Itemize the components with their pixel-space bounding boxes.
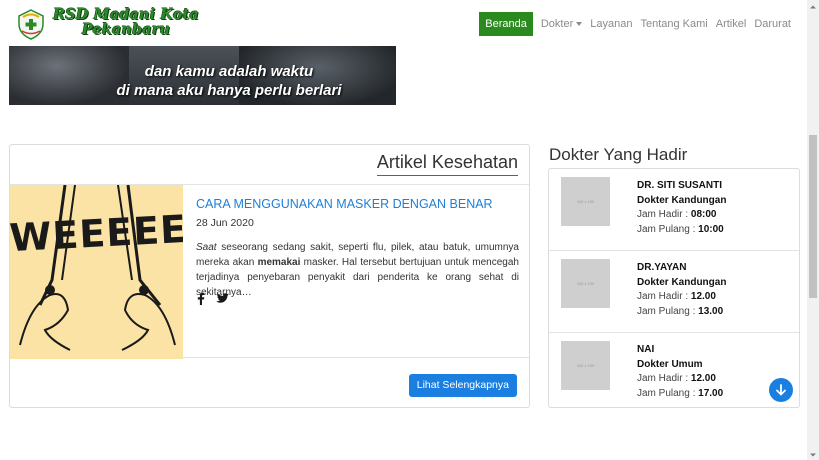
navbar: RSD Madani Kota Pekanbaru Beranda Dokter…	[0, 0, 807, 46]
doctor-specialty: Dokter Kandungan	[637, 194, 727, 206]
doctor-name: NAI	[637, 344, 655, 355]
scroll-down-arrow-icon[interactable]	[807, 448, 819, 460]
arrow-down-icon	[776, 384, 786, 396]
hospital-logo-icon	[14, 7, 48, 41]
scroll-down-button[interactable]	[769, 378, 793, 402]
main-nav: Beranda Dokter Layanan Tentang Kami Arti…	[479, 12, 795, 36]
article-thumbnail[interactable]: WEEEEE	[10, 185, 183, 359]
facebook-icon[interactable]	[196, 292, 205, 310]
article-card: Artikel Kesehatan WEEEEE CARA MENGGUNAKA…	[9, 144, 530, 408]
thumbnail-text: WEEEEE	[10, 207, 183, 260]
nav-tentang-kami[interactable]: Tentang Kami	[636, 13, 711, 35]
brand-name-line2: Pekanbaru	[81, 21, 171, 38]
arrive-time: 12.00	[690, 373, 716, 384]
scrollbar-thumb[interactable]	[809, 135, 817, 298]
nav-artikel[interactable]: Artikel	[712, 13, 751, 35]
doctor-card: 100 x 100 DR. SITI SUSANTI Dokter Kandun…	[549, 169, 799, 251]
article-date: 28 Jun 2020	[196, 217, 254, 229]
hero-caption-line1: dan kamu adalah waktu	[144, 63, 314, 80]
arrive-time: 12.00	[690, 291, 716, 302]
brand-name-line1: RSD Madani Kota	[53, 6, 199, 23]
hero-caption: dan kamu adalah waktu di mana aku hanya …	[79, 62, 379, 100]
article-title-link[interactable]: CARA MENGGUNAKAN MASKER DENGAN BENAR	[196, 197, 493, 211]
leave-label: Jam Pulang :	[637, 305, 699, 317]
doctor-photo-placeholder: 100 x 100	[561, 259, 610, 308]
nav-dokter-dropdown[interactable]: Dokter	[537, 13, 586, 35]
arrive-label: Jam Hadir :	[637, 291, 691, 302]
scroll-up-arrow-icon[interactable]	[807, 0, 819, 12]
leave-time: 10:00	[698, 223, 724, 235]
brand[interactable]: RSD Madani Kota Pekanbaru	[14, 7, 199, 41]
arrive-time: 08:00	[690, 209, 717, 220]
arrive-label: Jam Hadir :	[637, 209, 691, 220]
nav-layanan[interactable]: Layanan	[586, 13, 636, 35]
doctor-card: 100 x 100 NAI Dokter Umum Jam Hadir : 12…	[549, 333, 799, 407]
doctors-section-title: Dokter Yang Hadir	[549, 145, 688, 164]
leave-label: Jam Pulang :	[637, 387, 699, 399]
doctor-specialty: Dokter Kandungan	[637, 276, 727, 288]
brand-name: RSD Madani Kota Pekanbaru	[53, 7, 199, 37]
page-scrollbar[interactable]	[807, 0, 819, 460]
doctors-list[interactable]: 100 x 100 DR. SITI SUSANTI Dokter Kandun…	[548, 168, 800, 408]
caret-down-icon	[576, 22, 583, 27]
nav-beranda[interactable]: Beranda	[479, 12, 533, 36]
doctor-photo-placeholder: 100 x 100	[561, 177, 610, 226]
doctor-photo-placeholder: 100 x 100	[561, 341, 610, 390]
twitter-icon[interactable]	[215, 292, 229, 310]
arrive-label: Jam Hadir :	[637, 373, 691, 384]
leave-time: 17.00	[698, 387, 724, 399]
excerpt-em: Saat	[196, 242, 217, 253]
article-excerpt: Saat seseorang sedang sakit, seperti flu…	[196, 240, 519, 300]
doctor-specialty: Dokter Umum	[637, 358, 703, 370]
leave-time: 13.00	[698, 305, 724, 317]
nav-darurat[interactable]: Darurat	[750, 13, 795, 35]
excerpt-bold: memakai	[257, 257, 301, 268]
doctor-card: 100 x 100 DR.YAYAN Dokter Kandungan Jam …	[549, 251, 799, 333]
share-links	[196, 292, 229, 310]
hero-caption-line2: di mana aku hanya perlu berlari	[116, 82, 342, 99]
nav-dokter-label: Dokter	[540, 18, 574, 30]
doctor-name: DR.YAYAN	[637, 262, 687, 273]
article-item: WEEEEE CARA MENGGUNAKAN MASKER DENGAN BE…	[10, 184, 529, 359]
leave-label: Jam Pulang :	[637, 223, 699, 235]
view-more-articles-button[interactable]: Lihat Selengkapnya	[408, 374, 517, 397]
doctor-name: DR. SITI SUSANTI	[637, 180, 723, 191]
article-section-title: Artikel Kesehatan	[376, 152, 518, 176]
